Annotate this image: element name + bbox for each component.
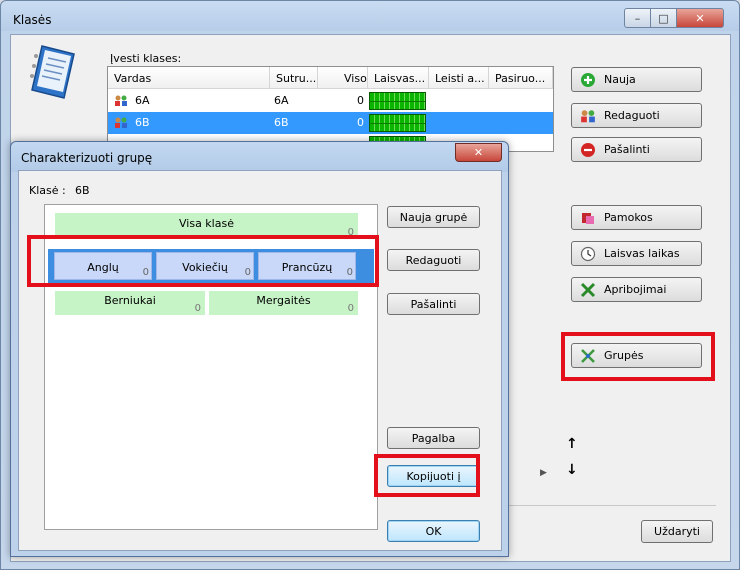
window-close-button[interactable]: ✕ [676, 8, 724, 28]
row-short: 6B [274, 116, 289, 129]
class-value: 6B [75, 184, 90, 197]
notebook-icon [30, 45, 75, 99]
column-header-free-time[interactable]: Laisvas... [368, 67, 429, 89]
minus-icon [580, 142, 596, 158]
lessons-icon [580, 210, 596, 226]
highlight-box-groups [561, 332, 715, 381]
minimize-button[interactable]: – [624, 8, 651, 28]
group-girls[interactable]: Mergaitės 0 [209, 291, 358, 315]
new-class-label: Nauja [604, 73, 636, 86]
dialog-close-button[interactable]: ✕ [455, 143, 502, 162]
highlight-box-language-groups [27, 235, 379, 287]
close-window-button[interactable]: Uždaryti [641, 520, 713, 543]
column-header-short[interactable]: Sutru... [270, 67, 318, 89]
constraints-icon [580, 282, 596, 298]
edit-group-button[interactable]: Redaguoti [387, 249, 480, 271]
group-label: Berniukai [104, 294, 156, 307]
edit-class-label: Redaguoti [604, 109, 660, 122]
dialog-title: Charakterizuoti grupę [21, 151, 153, 165]
lessons-button[interactable]: Pamokos [571, 205, 702, 230]
group-label: Mergaitės [256, 294, 311, 307]
highlight-box-copy [374, 454, 480, 497]
row-name: 6A [135, 94, 150, 107]
free-time-bar [369, 92, 426, 110]
table-row[interactable]: 6A 6A 0 [108, 90, 553, 112]
row-short: 6A [274, 94, 289, 107]
group-people-icon [115, 117, 127, 128]
new-group-button[interactable]: Nauja grupė [387, 206, 480, 228]
new-class-button[interactable]: Nauja [571, 67, 702, 92]
class-label: Klasė : [29, 184, 66, 197]
row-total: 0 [357, 116, 364, 129]
clock-icon [580, 246, 596, 262]
move-up-button[interactable]: ↑ [566, 436, 578, 452]
help-button[interactable]: Pagalba [387, 427, 480, 449]
free-time-bar [369, 114, 426, 132]
column-header-allow[interactable]: Leisti a... [429, 67, 489, 89]
free-time-label: Laisvas laikas [604, 247, 680, 260]
constraints-label: Apribojimai [604, 283, 667, 296]
maximize-button[interactable]: □ [650, 8, 677, 28]
delete-class-button[interactable]: Pašalinti [571, 137, 702, 162]
delete-group-button[interactable]: Pašalinti [387, 293, 480, 315]
free-time-button[interactable]: Laisvas laikas [571, 241, 702, 266]
plus-icon [580, 72, 596, 88]
edit-class-button[interactable]: Redaguoti [571, 103, 702, 128]
group-boys[interactable]: Berniukai 0 [55, 291, 205, 315]
delete-class-label: Pašalinti [604, 143, 650, 156]
table-row-selected[interactable]: 6B 6B 0 [108, 112, 553, 134]
classes-table[interactable]: Vardas Sutru... Viso Laisvas... Leisti a… [107, 66, 554, 152]
group-people-icon [115, 95, 127, 106]
lessons-label: Pamokos [604, 211, 653, 224]
move-down-button[interactable]: ↓ [566, 462, 578, 478]
column-header-total[interactable]: Viso [318, 67, 368, 89]
constraints-button[interactable]: Apribojimai [571, 277, 702, 302]
row-name: 6B [135, 116, 150, 129]
group-label: Visa klasė [179, 217, 234, 230]
scroll-right-icon[interactable]: ▶ [540, 468, 547, 478]
column-header-name[interactable]: Vardas [108, 67, 270, 89]
column-header-prepared[interactable]: Pasiruo... [489, 67, 553, 89]
group-people-icon [580, 108, 596, 124]
ok-button[interactable]: OK [387, 520, 480, 542]
row-total: 0 [357, 94, 364, 107]
group-count: 0 [194, 303, 201, 314]
classes-list-label: Įvesti klases: [110, 52, 182, 65]
group-count: 0 [347, 303, 354, 314]
window-title: Klasės [13, 13, 52, 27]
